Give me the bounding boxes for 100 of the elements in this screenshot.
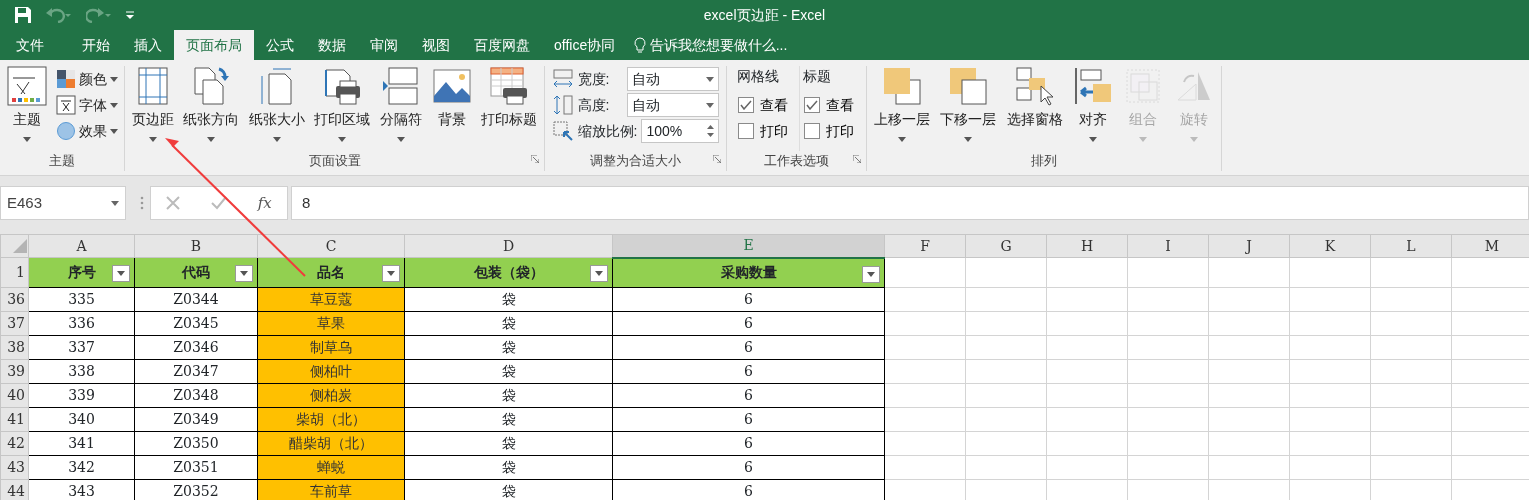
row-header[interactable]: 36 xyxy=(0,287,29,312)
column-header[interactable]: B xyxy=(134,234,258,258)
width-icon xyxy=(551,68,574,90)
row-header[interactable]: 42 xyxy=(0,431,29,456)
column-header[interactable]: H xyxy=(1046,234,1128,258)
ribbon-button[interactable]: 字体 xyxy=(53,92,120,118)
dropdown-field[interactable]: 自动 xyxy=(627,93,720,117)
save-icon[interactable] xyxy=(14,6,32,24)
column-header[interactable]: M xyxy=(1451,234,1529,258)
table-cell: 342 xyxy=(28,455,135,480)
column-header[interactable]: C xyxy=(257,234,405,258)
filter-button[interactable] xyxy=(382,265,400,282)
column-header[interactable]: I xyxy=(1127,234,1209,258)
font-icon xyxy=(55,95,76,115)
ribbon-tab[interactable]: 公式 xyxy=(254,30,306,60)
redo-icon[interactable] xyxy=(86,7,112,23)
ribbon-button[interactable]: 对齐 xyxy=(1071,66,1116,151)
field-label: 缩放比例: xyxy=(577,121,638,141)
ribbon-button[interactable]: 背景 xyxy=(429,66,474,151)
ribbon-button[interactable]: 下移一层 xyxy=(938,66,999,151)
row-header[interactable]: 1 xyxy=(0,257,29,288)
header-cell: 序号 xyxy=(28,257,135,288)
ribbon-button[interactable]: 选择窗格 xyxy=(1004,66,1065,151)
column-header[interactable]: E xyxy=(612,234,885,258)
filter-button[interactable] xyxy=(235,265,253,282)
caret-icon xyxy=(1189,137,1198,142)
enter-icon[interactable] xyxy=(211,196,227,210)
row-header[interactable]: 44 xyxy=(0,479,29,500)
ribbon-tab[interactable]: 百度网盘 xyxy=(462,30,542,60)
ribbon-tab[interactable]: 插入 xyxy=(122,30,174,60)
checkbox[interactable]: 打印 xyxy=(733,118,792,144)
group-title: 页面设置 xyxy=(308,153,361,168)
table-cell: 蝉蜕 xyxy=(257,455,405,480)
grip-icon xyxy=(140,196,144,210)
checkbox[interactable]: 查看 xyxy=(799,92,858,118)
row-header[interactable]: 39 xyxy=(0,359,29,384)
dialog-launcher-icon[interactable] xyxy=(713,155,721,163)
row-header[interactable]: 37 xyxy=(0,311,29,336)
ribbon-button[interactable]: 上移一层 xyxy=(872,66,933,151)
filter-button[interactable] xyxy=(862,265,880,283)
caret-icon xyxy=(595,271,603,276)
checkbox[interactable]: 查看 xyxy=(733,92,792,118)
ribbon-button[interactable]: 主题 xyxy=(4,66,49,151)
table-cell: 袋 xyxy=(404,359,613,384)
ribbon-button[interactable]: 效果 xyxy=(53,118,120,144)
header-cell: 采购数量 xyxy=(612,257,885,288)
ribbon-button[interactable]: 纸张方向 xyxy=(181,66,242,151)
table-cell: 袋 xyxy=(404,455,613,480)
caret-icon xyxy=(1089,137,1098,142)
spin-field[interactable]: 100% xyxy=(641,119,720,143)
name-box[interactable]: E463 xyxy=(0,186,126,220)
tell-me-search[interactable]: 告诉我您想要做什么... xyxy=(634,30,788,60)
ribbon-tab[interactable]: 文件 xyxy=(4,30,56,60)
insert-function-button[interactable]: fx xyxy=(257,191,272,215)
table-cell: Z0346 xyxy=(134,335,258,360)
column-header[interactable]: F xyxy=(884,234,966,258)
column-header[interactable]: L xyxy=(1370,234,1452,258)
ribbon-button[interactable]: 页边距 xyxy=(129,66,176,151)
table-cell: Z0347 xyxy=(134,359,258,384)
ribbon-button[interactable]: 分隔符 xyxy=(378,66,425,151)
height-icon xyxy=(551,94,574,116)
row-header[interactable]: 38 xyxy=(0,335,29,360)
table-cell: Z0348 xyxy=(134,383,258,408)
ribbon-button[interactable]: 纸张大小 xyxy=(246,66,307,151)
caret-icon xyxy=(964,137,973,142)
customize-icon[interactable] xyxy=(126,11,134,19)
column-header[interactable]: J xyxy=(1208,234,1290,258)
caret-icon xyxy=(111,200,119,206)
header-cell: 代码 xyxy=(134,257,258,288)
ribbon-button[interactable]: 打印标题 xyxy=(479,66,540,151)
ribbon-button[interactable]: 颜色 xyxy=(53,66,120,92)
column-header[interactable]: K xyxy=(1289,234,1371,258)
ribbon-tab[interactable]: 审阅 xyxy=(358,30,410,60)
ribbon-tab[interactable]: 开始 xyxy=(70,30,122,60)
table-cell: 6 xyxy=(612,455,885,480)
ribbon-tab[interactable]: 数据 xyxy=(306,30,358,60)
ribbon-tab[interactable]: 页面布局 xyxy=(174,30,254,60)
column-header[interactable]: D xyxy=(404,234,613,258)
row-header[interactable]: 41 xyxy=(0,407,29,432)
row-header[interactable]: 43 xyxy=(0,455,29,480)
caret-icon xyxy=(898,137,907,142)
column-header[interactable]: G xyxy=(965,234,1047,258)
filter-button[interactable] xyxy=(112,265,130,282)
effects-icon xyxy=(55,121,76,141)
checkbox[interactable]: 打印 xyxy=(799,118,858,144)
caret-icon xyxy=(22,137,31,142)
ribbon-tab[interactable]: 视图 xyxy=(410,30,462,60)
dropdown-field[interactable]: 自动 xyxy=(627,67,720,91)
dialog-launcher-icon[interactable] xyxy=(531,155,539,163)
color-palette-icon xyxy=(55,69,76,89)
row-header[interactable]: 40 xyxy=(0,383,29,408)
table-cell: 草果 xyxy=(257,311,405,336)
group-title: 调整为合适大小 xyxy=(590,153,681,168)
dialog-launcher-icon[interactable] xyxy=(853,155,861,163)
undo-icon[interactable] xyxy=(46,7,72,23)
formula-field[interactable]: 8 xyxy=(291,186,1529,220)
column-header[interactable]: A xyxy=(28,234,135,258)
filter-button[interactable] xyxy=(590,265,608,282)
ribbon-button[interactable]: 打印区域 xyxy=(312,66,373,151)
ribbon-tab[interactable]: office协同 xyxy=(542,30,628,60)
